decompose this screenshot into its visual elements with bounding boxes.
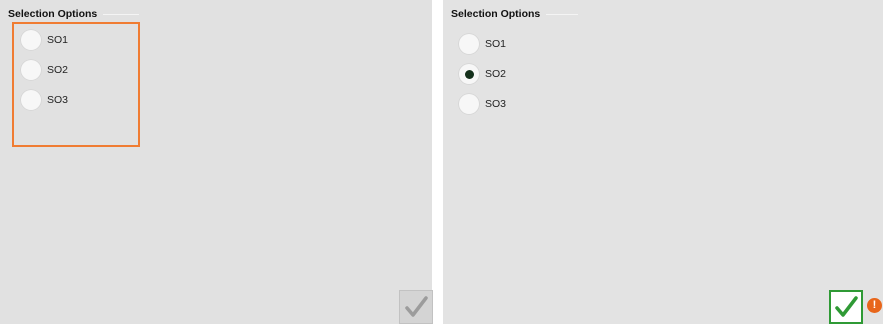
right-panel: Selection Options SO1 SO2 SO3 — [443, 0, 883, 324]
group-title-text: Selection Options — [451, 8, 541, 20]
radio-label: SO1 — [485, 38, 507, 50]
radio-option-so1[interactable]: SO1 — [458, 33, 506, 55]
radio-selected-dot — [464, 69, 474, 79]
group-title: Selection Options — [451, 8, 579, 20]
radio-option-so2[interactable]: SO2 — [20, 59, 68, 81]
exclamation-icon: ! — [867, 298, 882, 313]
checkmark-icon — [405, 296, 428, 317]
radio-button[interactable] — [458, 33, 480, 55]
radio-option-so3[interactable]: SO3 — [20, 89, 68, 111]
radio-option-so1[interactable]: SO1 — [20, 29, 68, 51]
radio-button[interactable] — [20, 59, 42, 81]
radio-button[interactable] — [20, 89, 42, 111]
radio-label: SO3 — [47, 94, 69, 106]
radio-button[interactable] — [20, 29, 42, 51]
radio-label: SO2 — [485, 68, 507, 80]
group-title: Selection Options — [8, 8, 140, 20]
checkmark-icon — [835, 296, 858, 317]
radio-label: SO3 — [485, 98, 507, 110]
confirm-button-active[interactable] — [829, 290, 863, 324]
radio-label: SO2 — [47, 64, 69, 76]
confirm-button[interactable] — [399, 290, 433, 324]
radio-option-so2[interactable]: SO2 — [458, 63, 506, 85]
radio-label: SO1 — [47, 34, 69, 46]
radio-button[interactable] — [458, 93, 480, 115]
radio-option-so3[interactable]: SO3 — [458, 93, 506, 115]
group-title-text: Selection Options — [8, 8, 98, 20]
left-panel: Selection Options SO1 SO2 SO3 — [0, 0, 433, 324]
group-divider — [546, 13, 579, 15]
group-divider — [103, 13, 140, 15]
radio-button[interactable] — [458, 63, 480, 85]
